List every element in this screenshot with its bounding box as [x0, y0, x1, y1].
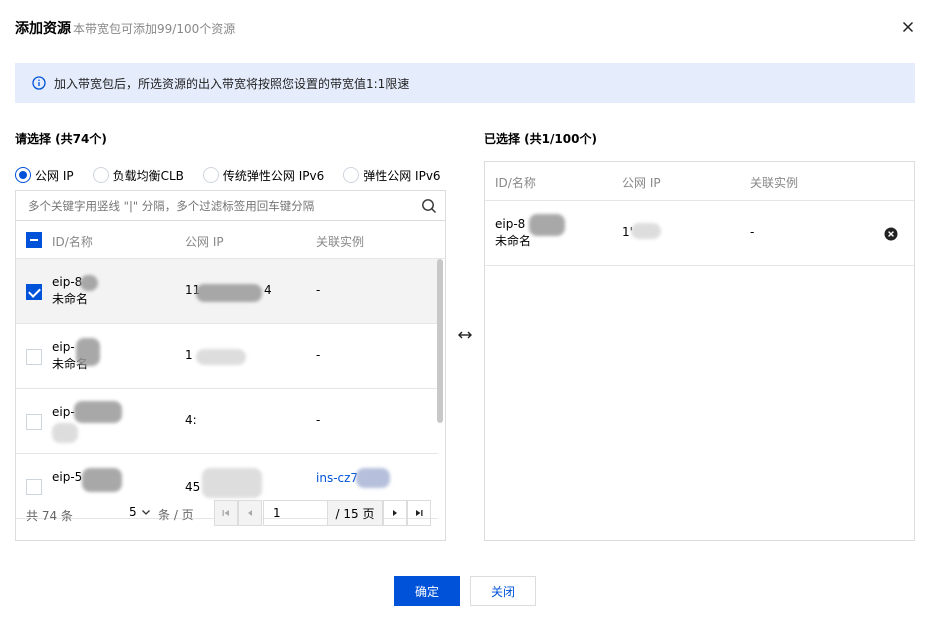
redaction-blur — [80, 275, 98, 291]
total-pages: / 15 页 — [328, 500, 383, 526]
notice-text: 加入带宽包后，所选资源的出入带宽将按照您设置的带宽值1:1限速 — [54, 76, 410, 91]
page-size-select[interactable]: 5 — [129, 505, 151, 519]
select-all-checkbox[interactable] — [26, 232, 42, 248]
redaction-blur — [356, 468, 390, 488]
dialog-footer: 确定 关闭 — [394, 576, 536, 606]
next-page-button[interactable] — [383, 500, 407, 526]
confirm-button[interactable]: 确定 — [394, 576, 460, 606]
redaction-blur — [529, 214, 565, 236]
search-input[interactable] — [28, 198, 418, 213]
row-ip: 1 — [185, 348, 193, 362]
radio-elastic-ipv6[interactable]: 弹性公网 IPv6 — [343, 167, 441, 184]
row-ip: 4: — [185, 413, 197, 427]
selected-table-row: eip-8 未命名 1' - — [485, 201, 914, 266]
scrollbar-thumb[interactable] — [437, 259, 443, 423]
notice-banner: 加入带宽包后，所选资源的出入带宽将按照您设置的带宽值1:1限速 — [15, 63, 915, 103]
column-header-id: ID/名称 — [52, 235, 93, 249]
dialog-subtitle: 本带宽包可添加99/100个资源 — [73, 22, 236, 36]
available-resources-panel: ID/名称 公网 IP 关联实例 eip-8 未命名 11 4 - eip- 未… — [15, 190, 446, 541]
row-ip-tail: 4 — [264, 283, 272, 297]
total-count: 共 74 条 — [26, 509, 73, 523]
row-id: eip-5 — [52, 470, 83, 484]
close-icon[interactable] — [900, 19, 916, 35]
selected-resources-panel: ID/名称 公网 IP 关联实例 eip-8 未命名 1' - — [484, 161, 915, 541]
radio-label: 弹性公网 IPv6 — [363, 168, 441, 183]
row-id-cell: eip- — [52, 404, 75, 421]
redaction-blur — [74, 401, 122, 423]
close-button[interactable]: 关闭 — [470, 576, 536, 606]
row-checkbox[interactable] — [26, 349, 42, 365]
row-name: 未命名 — [495, 234, 532, 248]
last-page-button[interactable] — [407, 500, 431, 526]
radio-public-ip[interactable]: 公网 IP — [15, 167, 74, 184]
row-name: 未命名 — [52, 292, 89, 306]
row-instance: - — [316, 348, 321, 362]
radio-classic-ipv6[interactable]: 传统弹性公网 IPv6 — [202, 167, 325, 184]
chevron-down-icon — [141, 510, 150, 515]
next-page-icon — [393, 510, 397, 516]
prev-page-icon — [248, 510, 252, 516]
radio-circle[interactable] — [202, 167, 219, 183]
radio-label: 公网 IP — [35, 168, 74, 183]
row-instance: - — [750, 225, 755, 239]
dialog-header: 添加资源 本带宽包可添加99/100个资源 — [15, 18, 235, 38]
radio-circle[interactable] — [15, 167, 31, 183]
remove-circle-icon[interactable] — [884, 227, 898, 241]
selected-label: 已选择 (共1/100个) — [484, 132, 597, 146]
page-size-value: 5 — [129, 505, 137, 519]
prev-page-button[interactable] — [238, 500, 262, 526]
redaction-blur — [196, 284, 262, 302]
row-checkbox[interactable] — [26, 414, 42, 430]
radio-label: 传统弹性公网 IPv6 — [222, 168, 325, 183]
radio-circle[interactable] — [343, 167, 360, 183]
redaction-blur — [631, 223, 661, 239]
selected-table-header: ID/名称 公网 IP 关联实例 — [485, 162, 914, 201]
row-instance: - — [316, 413, 321, 427]
column-header-ip: 公网 IP — [185, 235, 224, 249]
radio-circle[interactable] — [92, 167, 109, 183]
first-page-button[interactable] — [214, 500, 238, 526]
column-header-id: ID/名称 — [495, 176, 536, 190]
redaction-blur — [76, 338, 100, 366]
table-header: ID/名称 公网 IP 关联实例 — [16, 221, 445, 259]
select-label: 请选择 (共74个) — [15, 132, 107, 146]
redaction-blur — [52, 423, 78, 443]
table-row[interactable]: eip- 未命名 1 - — [16, 324, 438, 389]
column-header-ip: 公网 IP — [622, 176, 661, 190]
dialog-title: 添加资源 — [15, 21, 71, 37]
search-icon[interactable] — [421, 198, 437, 214]
column-header-instance: 关联实例 — [316, 235, 365, 249]
radio-clb[interactable]: 负载均衡CLB — [92, 167, 184, 184]
row-id: eip- — [52, 405, 75, 419]
redaction-blur — [196, 349, 246, 365]
swap-arrows-icon — [458, 331, 472, 339]
row-instance-link[interactable]: ins-cz7 — [316, 471, 358, 485]
page-number-input[interactable]: 1 — [263, 500, 328, 526]
row-checkbox[interactable] — [26, 284, 42, 300]
search-bar — [16, 191, 445, 221]
row-instance: - — [316, 283, 321, 297]
pagination: 共 74 条 5 条 / 页 1 / 15 页 — [16, 489, 445, 540]
info-icon — [32, 76, 46, 90]
table-row[interactable]: eip-8 未命名 11 4 - — [16, 259, 438, 324]
page-size-unit: 条 / 页 — [158, 508, 194, 522]
row-id-cell: eip-8 未命名 — [495, 216, 531, 250]
row-id-cell: eip-5 — [52, 469, 82, 486]
last-page-icon — [416, 510, 423, 516]
table-row[interactable]: eip- 4: - — [16, 389, 438, 454]
first-page-icon — [222, 510, 229, 516]
row-id: eip-8 — [495, 217, 526, 231]
radio-label: 负载均衡CLB — [112, 168, 184, 183]
resource-type-radio-group: 公网 IP 负载均衡CLB 传统弹性公网 IPv6 弹性公网 IPv6 — [15, 166, 460, 184]
column-header-instance: 关联实例 — [750, 176, 799, 190]
